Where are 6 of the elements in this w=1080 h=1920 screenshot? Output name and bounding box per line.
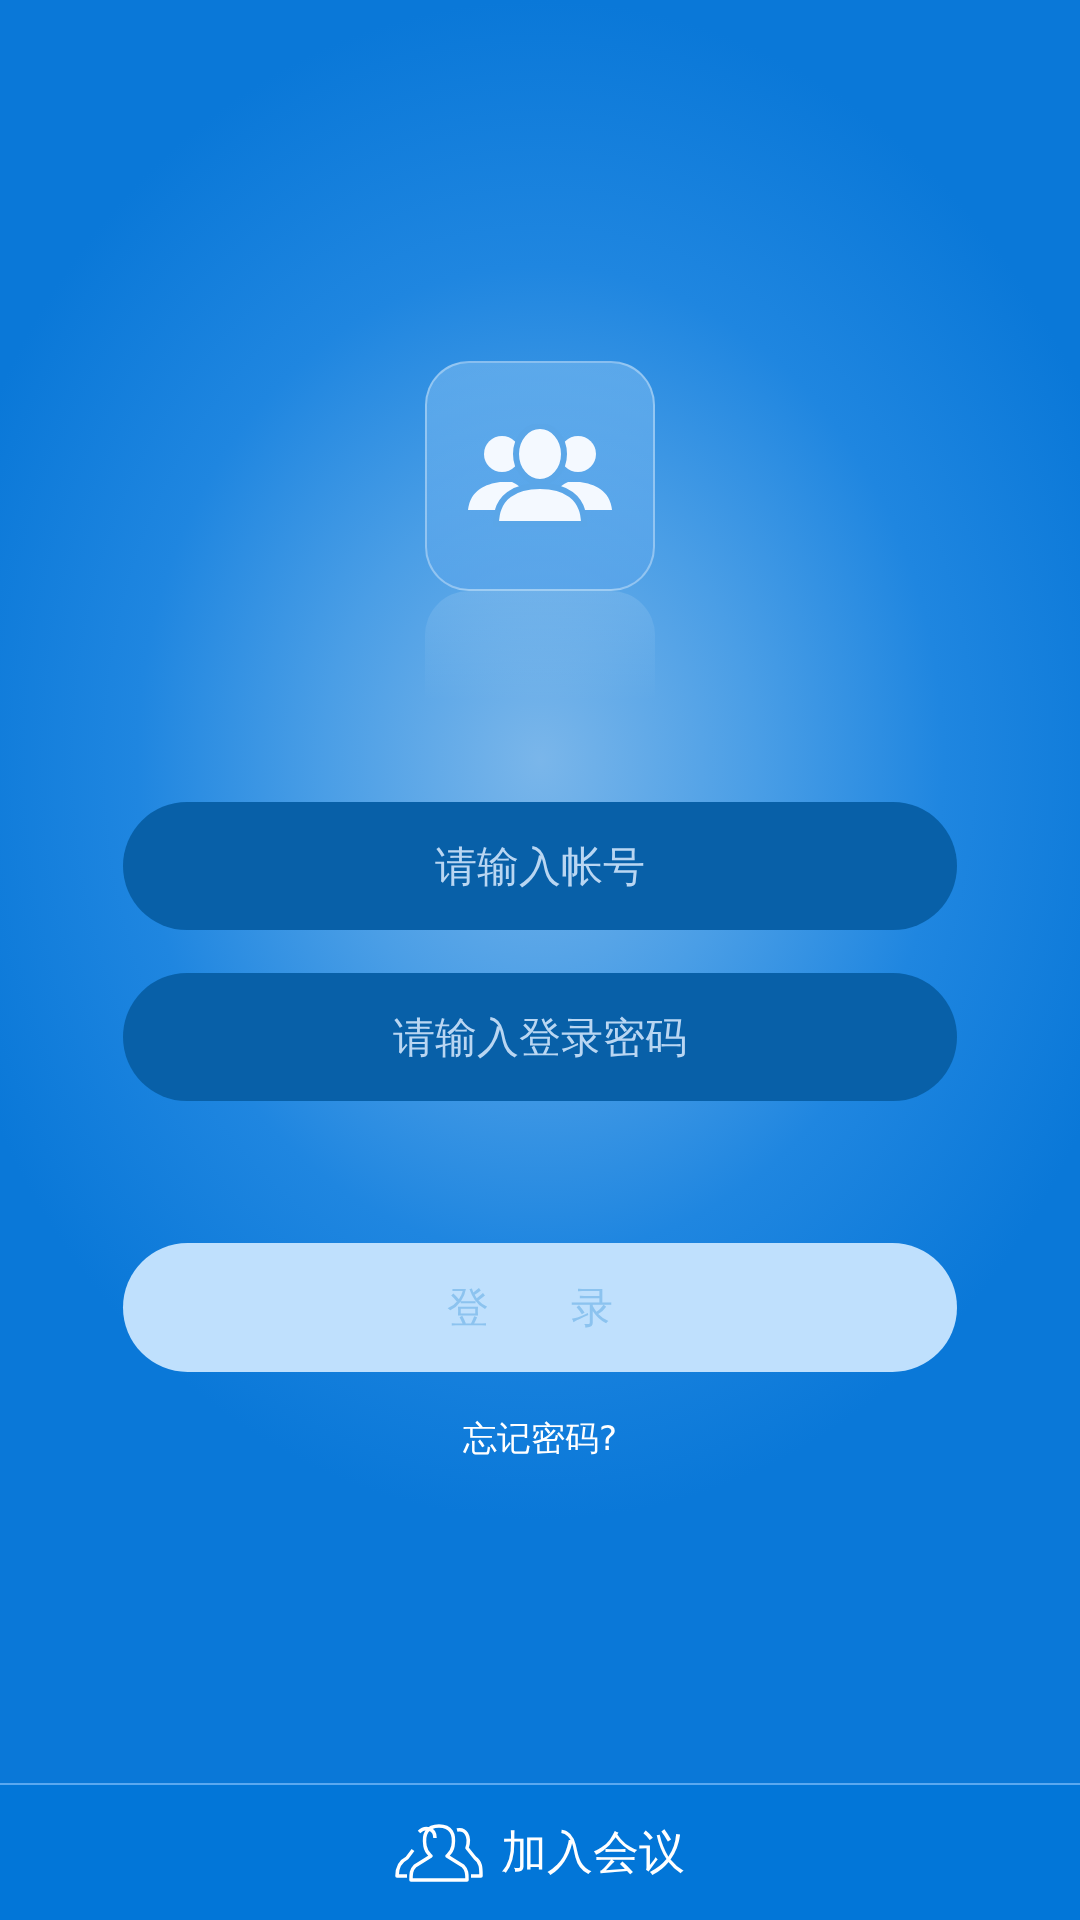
join-meeting-label: 加入会议 bbox=[501, 1823, 685, 1881]
account-field[interactable]: 请输入帐号 bbox=[123, 802, 957, 930]
password-field[interactable]: 请输入登录密码 bbox=[123, 973, 957, 1101]
forgot-password-link[interactable]: 忘记密码? bbox=[462, 1416, 617, 1462]
bottom-bar[interactable]: 加入会议 bbox=[0, 1783, 1080, 1920]
people-icon bbox=[395, 1823, 483, 1882]
